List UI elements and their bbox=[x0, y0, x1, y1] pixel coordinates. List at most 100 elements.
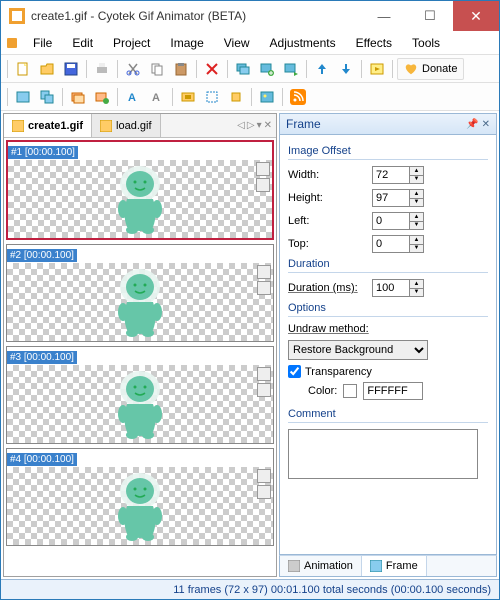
selection-icon[interactable] bbox=[201, 86, 223, 108]
text-icon[interactable]: A bbox=[122, 86, 144, 108]
undraw-select[interactable]: Restore Background bbox=[288, 340, 428, 360]
rss-icon[interactable] bbox=[287, 86, 309, 108]
color-swatch[interactable] bbox=[343, 384, 357, 398]
menu-project[interactable]: Project bbox=[103, 33, 160, 53]
frame-props-icon[interactable] bbox=[257, 383, 271, 397]
donate-label: Donate bbox=[422, 63, 457, 75]
top-spinner[interactable]: ▲▼ bbox=[410, 235, 424, 253]
menu-file[interactable]: File bbox=[23, 33, 62, 53]
group-comment: Comment bbox=[288, 408, 488, 420]
doc-icon bbox=[12, 120, 24, 132]
duration-label: Duration (ms): bbox=[288, 282, 366, 294]
tab-close-icon[interactable]: ✕ bbox=[264, 120, 272, 131]
open-icon[interactable] bbox=[36, 58, 58, 80]
frame-canvas bbox=[8, 160, 272, 238]
tab-animation[interactable]: Animation bbox=[280, 556, 362, 576]
menu-view[interactable]: View bbox=[214, 33, 260, 53]
menu-tools[interactable]: Tools bbox=[402, 33, 450, 53]
tab-frame[interactable]: Frame bbox=[362, 556, 427, 576]
frame-character bbox=[110, 471, 170, 541]
print-icon[interactable] bbox=[91, 58, 113, 80]
height-spinner[interactable]: ▲▼ bbox=[410, 189, 424, 207]
transparency-label: Transparency bbox=[305, 366, 372, 378]
height-input[interactable] bbox=[372, 189, 410, 207]
new-icon[interactable] bbox=[12, 58, 34, 80]
save-icon[interactable] bbox=[60, 58, 82, 80]
tab-create1[interactable]: create1.gif bbox=[4, 114, 92, 137]
pin-icon[interactable]: 📌 ✕ bbox=[466, 119, 490, 130]
frame-info-icon[interactable] bbox=[257, 265, 271, 279]
images-icon[interactable] bbox=[232, 58, 254, 80]
move-down-icon[interactable] bbox=[335, 58, 357, 80]
frame-props-icon[interactable] bbox=[256, 178, 270, 192]
close-button[interactable]: ✕ bbox=[453, 1, 499, 31]
color-input[interactable] bbox=[363, 382, 423, 400]
properties-panel: Frame 📌 ✕ Image Offset Width: ▲▼ Height:… bbox=[279, 113, 497, 577]
status-text: 11 frames (72 x 97) 00:01.100 total seco… bbox=[173, 584, 491, 596]
image-view-icon[interactable] bbox=[256, 86, 278, 108]
maximize-button[interactable]: ☐ bbox=[407, 1, 453, 31]
minimize-button[interactable]: — bbox=[361, 1, 407, 31]
frame-header: #3 [00:00.100] bbox=[7, 351, 77, 364]
menu-root-icon[interactable] bbox=[7, 38, 17, 48]
height-label: Height: bbox=[288, 192, 366, 204]
document-tabs: create1.gif load.gif ◁ ▷ ▾ ✕ bbox=[4, 114, 276, 138]
app-icon bbox=[9, 8, 25, 24]
move-up-icon[interactable] bbox=[311, 58, 333, 80]
frame-icon bbox=[370, 560, 382, 572]
duration-input[interactable] bbox=[372, 279, 410, 297]
transparency-checkbox[interactable] bbox=[288, 365, 301, 378]
tab-menu-icon[interactable]: ▾ bbox=[257, 120, 262, 131]
svg-text:A: A bbox=[152, 92, 160, 104]
crop-icon[interactable] bbox=[225, 86, 247, 108]
frame-props-icon[interactable] bbox=[257, 485, 271, 499]
top-input[interactable] bbox=[372, 235, 410, 253]
window-title: create1.gif - Cyotek Gif Animator (BETA) bbox=[31, 9, 361, 23]
comment-textarea[interactable] bbox=[288, 429, 478, 479]
menu-effects[interactable]: Effects bbox=[346, 33, 402, 53]
tab-prev-icon[interactable]: ◁ bbox=[237, 120, 245, 131]
image-next-icon[interactable] bbox=[280, 58, 302, 80]
tab-animation-label: Animation bbox=[304, 560, 353, 572]
frame-info-icon[interactable] bbox=[256, 162, 270, 176]
frame-info-icon[interactable] bbox=[257, 367, 271, 381]
copy-icon[interactable] bbox=[146, 58, 168, 80]
menu-adjustments[interactable]: Adjustments bbox=[260, 33, 346, 53]
width-input[interactable] bbox=[372, 166, 410, 184]
cut-icon[interactable] bbox=[122, 58, 144, 80]
color-label: Color: bbox=[308, 385, 337, 397]
frame-item[interactable]: #4 [00:00.100] bbox=[6, 448, 274, 546]
menu-edit[interactable]: Edit bbox=[62, 33, 103, 53]
window-cascade-icon[interactable] bbox=[36, 86, 58, 108]
frame-header: #4 [00:00.100] bbox=[7, 453, 77, 466]
width-spinner[interactable]: ▲▼ bbox=[410, 166, 424, 184]
duration-spinner[interactable]: ▲▼ bbox=[410, 279, 424, 297]
undraw-label: Undraw method: bbox=[288, 323, 369, 335]
tab-load[interactable]: load.gif bbox=[92, 114, 160, 137]
frame-item[interactable]: #1 [00:00.100] bbox=[6, 140, 274, 240]
window-tile-icon[interactable] bbox=[12, 86, 34, 108]
image-add-icon[interactable] bbox=[256, 58, 278, 80]
frame-item[interactable]: #3 [00:00.100] bbox=[6, 346, 274, 444]
top-label: Top: bbox=[288, 238, 366, 250]
preview-icon[interactable] bbox=[366, 58, 388, 80]
frame-props-icon[interactable] bbox=[257, 281, 271, 295]
tab-frame-label: Frame bbox=[386, 560, 418, 572]
donate-button[interactable]: Donate bbox=[397, 58, 464, 80]
align-center-icon[interactable] bbox=[177, 86, 199, 108]
frame-header: #2 [00:00.100] bbox=[7, 249, 77, 262]
delete-icon[interactable] bbox=[201, 58, 223, 80]
text-alt-icon[interactable]: A bbox=[146, 86, 168, 108]
paste-icon[interactable] bbox=[170, 58, 192, 80]
layers-icon[interactable] bbox=[67, 86, 89, 108]
frames-list[interactable]: #1 [00:00.100] #2 [00:00.100] #3 [00:00.… bbox=[4, 138, 276, 576]
left-input[interactable] bbox=[372, 212, 410, 230]
frame-info-icon[interactable] bbox=[257, 469, 271, 483]
menu-image[interactable]: Image bbox=[160, 33, 213, 53]
tab-next-icon[interactable]: ▷ bbox=[247, 120, 255, 131]
left-spinner[interactable]: ▲▼ bbox=[410, 212, 424, 230]
toolbar-main: Donate bbox=[1, 55, 499, 83]
layer-add-icon[interactable] bbox=[91, 86, 113, 108]
panel-title-label: Frame bbox=[286, 117, 321, 131]
frame-item[interactable]: #2 [00:00.100] bbox=[6, 244, 274, 342]
